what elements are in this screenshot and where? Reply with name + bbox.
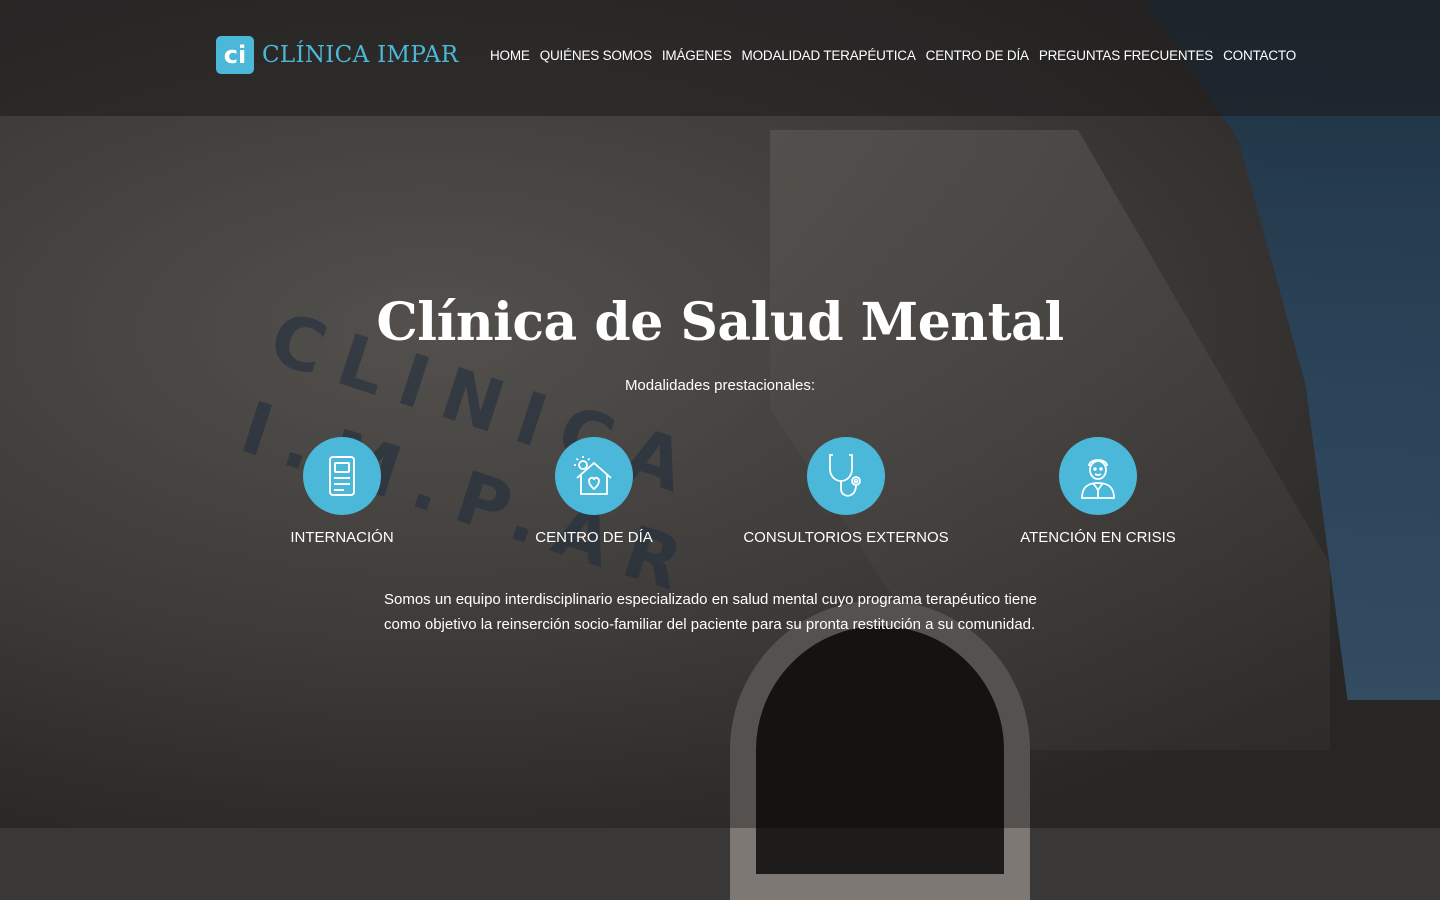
nav-imagenes[interactable]: IMÁGENES [662,48,732,63]
nav-home[interactable]: HOME [490,48,530,63]
nav-modalidad-terapeutica[interactable]: MODALIDAD TERAPÉUTICA [742,48,916,63]
stethoscope-icon [807,437,885,515]
hero-description: Somos un equipo interdisciplinario espec… [384,591,1037,633]
hero-title: Clínica de Salud Mental [376,292,1064,353]
logo-wordmark: CLÍNICA IMPAR [262,42,459,68]
service-atencion-en-crisis[interactable]: ATENCIÓN EN CRISIS [972,437,1224,546]
hero-subtitle: Modalidades prestacionales: [624,377,816,394]
main-nav: HOME QUIÉNES SOMOS IMÁGENES MODALIDAD TE… [490,48,1296,63]
service-label: CENTRO DE DÍA [535,529,653,546]
service-label: CONSULTORIOS EXTERNOS [743,529,949,546]
logo-mark-icon: ci [216,36,254,74]
service-label: INTERNACIÓN [290,529,394,546]
service-consultorios-externos[interactable]: CONSULTORIOS EXTERNOS [720,437,972,546]
clinic-logo[interactable]: ci CLÍNICA IMPAR [216,36,459,74]
service-internacion[interactable]: INTERNACIÓN [216,437,468,546]
home-heart-icon [555,437,633,515]
top-navbar: ci CLÍNICA IMPAR HOME QUIÉNES SOMOS IMÁG… [0,0,1440,116]
nav-preguntas-frecuentes[interactable]: PREGUNTAS FRECUENTES [1039,48,1213,63]
service-label: ATENCIÓN EN CRISIS [1020,529,1176,546]
dark-overlay [0,0,1440,828]
nav-quienes-somos[interactable]: QUIÉNES SOMOS [540,48,652,63]
service-centro-de-dia[interactable]: CENTRO DE DÍA [468,437,720,546]
services-row: INTERNACIÓN CENTRO DE DÍA CONSULTORIOS E… [216,437,1224,557]
nav-contacto[interactable]: CONTACTO [1223,48,1296,63]
nav-centro-de-dia[interactable]: CENTRO DE DÍA [926,48,1029,63]
doctor-icon [1059,437,1137,515]
document-icon [303,437,381,515]
